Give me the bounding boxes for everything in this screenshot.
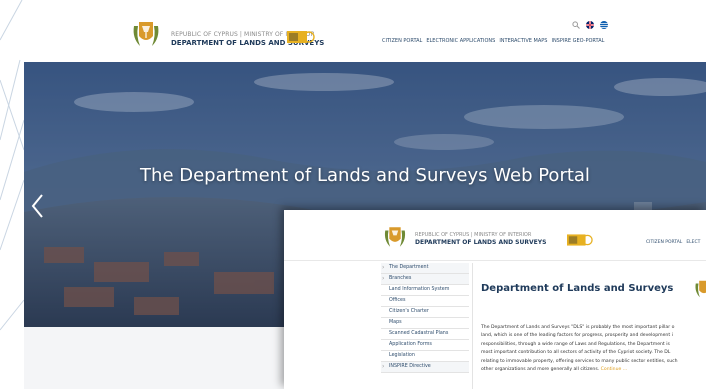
lands-surveys-badge-icon — [567, 234, 593, 246]
sidebar-item-the-department[interactable]: The Department — [381, 263, 469, 274]
overlay-nav-electronic-applications[interactable]: ELECT — [686, 240, 700, 245]
sidebar-item-offices[interactable]: Offices — [381, 296, 469, 307]
chevron-left-icon[interactable] — [30, 193, 46, 219]
paragraph-line: responsibilities, through a wide range o… — [481, 341, 670, 347]
sidebar-item-branches[interactable]: Branches — [381, 274, 469, 285]
page-title: Department of Lands and Surveys — [481, 283, 674, 294]
paragraph-last-line: other organizations and more generally a… — [481, 366, 706, 374]
intro-paragraph: The Department of Lands and Surveys "DLS… — [481, 324, 706, 374]
paragraph-line: other organizations and more generally a… — [481, 367, 600, 373]
cyprus-emblem-icon — [384, 227, 406, 247]
nav-inspire-geo-portal[interactable]: INSPIRE GEO-PORTAL — [551, 38, 604, 44]
nav-interactive-maps[interactable]: INTERACTIVE MAPS — [499, 38, 547, 44]
overlay-top-nav: CITIZEN PORTAL ELECT — [646, 240, 700, 245]
overlay-org-line-ministry: REPUBLIC OF CYPRUS | MINISTRY OF INTERIO… — [415, 232, 532, 238]
paragraph-line: most important contribution to all secto… — [481, 350, 671, 356]
nav-citizen-portal[interactable]: CITIZEN PORTAL — [382, 38, 422, 44]
continue-link[interactable]: Continue ... — [601, 367, 628, 372]
sidebar-item-maps[interactable]: Maps — [381, 318, 469, 329]
overlay-sidebar: The Department Branches Land Information… — [381, 263, 469, 373]
sidebar-item-citizens-charter[interactable]: Citizen's Charter — [381, 307, 469, 318]
greek-flag-icon[interactable] — [600, 21, 608, 29]
overlay-window: REPUBLIC OF CYPRUS | MINISTRY OF INTERIO… — [284, 210, 706, 389]
top-nav: CITIZEN PORTAL ELECTRONIC APPLICATIONS I… — [382, 38, 604, 44]
paragraph-line: land, which is one of the leading factor… — [481, 333, 673, 339]
search-icon[interactable] — [572, 21, 580, 29]
sidebar-item-scanned-cadastral-plans[interactable]: Scanned Cadastral Plans — [381, 329, 469, 340]
sidebar-item-land-information-system[interactable]: Land Information System — [381, 285, 469, 296]
overlay-org-line-department: DEPARTMENT OF LANDS AND SURVEYS — [415, 239, 547, 246]
site-header: REPUBLIC OF CYPRUS | MINISTRY OF INTERIO… — [24, 0, 706, 62]
paragraph-line: The Department of Lands and Surveys "DLS… — [481, 325, 675, 330]
overlay-header: REPUBLIC OF CYPRUS | MINISTRY OF INTERIO… — [284, 210, 706, 261]
header-tools — [572, 21, 608, 29]
sidebar-item-application-forms[interactable]: Application Forms — [381, 340, 469, 351]
lands-surveys-badge-icon — [287, 31, 315, 43]
paragraph-line: relating to immovable property, offering… — [481, 358, 678, 364]
nav-electronic-applications[interactable]: ELECTRONIC APPLICATIONS — [426, 38, 495, 44]
sidebar-item-inspire-directive[interactable]: INSPIRE Directive — [381, 362, 469, 373]
sidebar-item-legislation[interactable]: Legislation — [381, 351, 469, 362]
uk-flag-icon[interactable] — [586, 21, 594, 29]
overlay-main-content: Department of Lands and Surveys The Depa… — [472, 263, 706, 389]
cyprus-emblem-icon — [695, 280, 706, 298]
overlay-nav-citizen-portal[interactable]: CITIZEN PORTAL — [646, 240, 682, 245]
hero-title: The Department of Lands and Surveys Web … — [140, 165, 590, 186]
cyprus-emblem-icon — [133, 22, 159, 46]
